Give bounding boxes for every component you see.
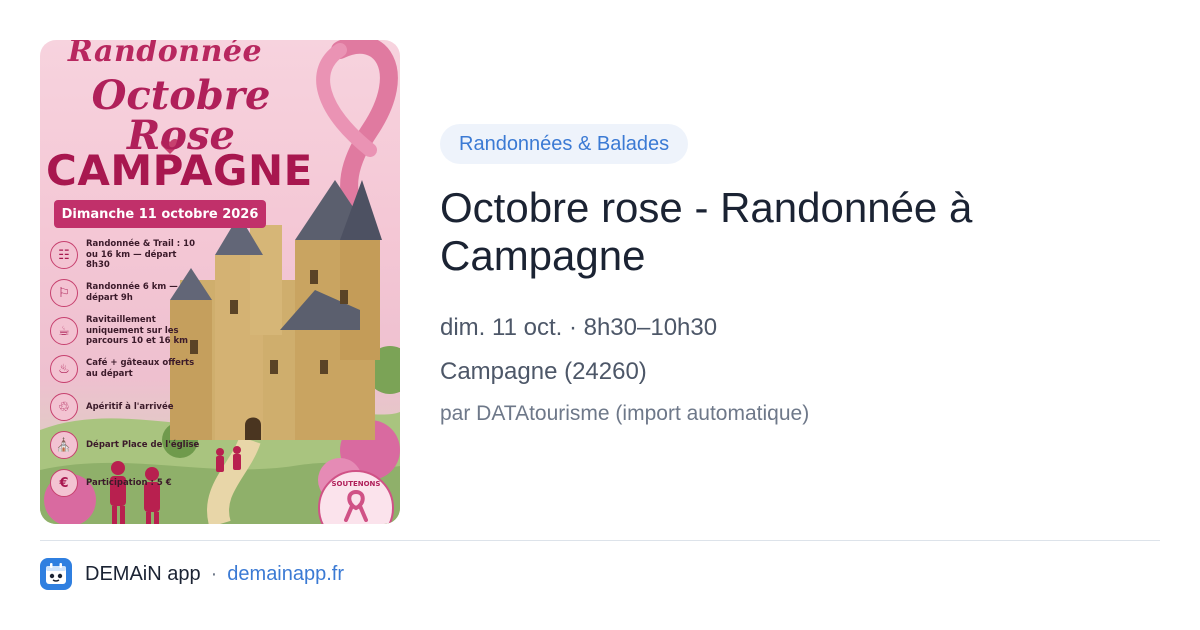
poster-list-item: ⚐ Randonnée 6 km — départ 9h <box>50 274 200 312</box>
poster-top-title: Randonnée <box>67 40 263 69</box>
poster-item-text: Ravitaillement uniquement sur les parcou… <box>86 315 189 347</box>
hikers-icon: ☷ <box>50 241 78 269</box>
poster-list-item: ⛪ Départ Place de l'église <box>50 426 200 464</box>
poster-item-text: Randonnée & Trail : 10 ou 16 km — départ… <box>86 239 195 271</box>
event-poster-image[interactable]: Randonnée Octobre Rose CAMPAGNE Dimanche… <box>40 40 400 524</box>
poster-item-text: Participation : 5 € <box>86 477 172 488</box>
euro-icon: € <box>50 469 78 497</box>
footer: DEMAiN app · demainapp.fr <box>40 558 344 590</box>
event-datetime: dim. 11 oct. · 8h30–10h30 <box>440 314 718 341</box>
category-tag[interactable]: Randonnées & Balades <box>440 124 689 164</box>
poster-item-text: Café + gâteaux offerts au départ <box>86 358 195 379</box>
event-location: Campagne (24260) <box>440 358 647 385</box>
app-website-link[interactable]: demainapp.fr <box>227 563 344 586</box>
supply-icon: ☕ <box>50 317 78 345</box>
pink-ribbon-icon <box>344 489 368 522</box>
poster-item-text: Départ Place de l'église <box>86 439 200 450</box>
poster-list-item: ♨ Café + gâteaux offerts au départ <box>50 350 200 388</box>
church-icon: ⛪ <box>50 431 78 459</box>
footer-separator: · <box>210 562 218 585</box>
event-author: par DATAtourisme (import automatique) <box>440 402 810 425</box>
cake-icon: ♨ <box>50 355 78 383</box>
poster-badge-text: SOUTENONS <box>331 480 381 488</box>
poster-list-item: ☷ Randonnée & Trail : 10 ou 16 km — dépa… <box>50 236 200 274</box>
poster-item-text: Randonnée 6 km — départ 9h <box>86 282 178 303</box>
poster-date-banner: Dimanche 11 octobre 2026 <box>54 200 266 228</box>
app-name: DEMAiN app <box>85 562 201 585</box>
poster-item-text: Apéritif à l'arrivée <box>86 401 174 412</box>
poster-info-list: ☷ Randonnée & Trail : 10 ou 16 km — dépa… <box>50 236 200 502</box>
poster-list-item: € Participation : 5 € <box>50 464 200 502</box>
link-preview-card[interactable]: Randonnée Octobre Rose CAMPAGNE Dimanche… <box>0 0 1200 630</box>
app-logo-icon[interactable] <box>40 558 72 590</box>
glasses-icon: ♲ <box>50 393 78 421</box>
poster-list-item: ☕ Ravitaillement uniquement sur les parc… <box>50 312 200 350</box>
poster-town: CAMPAGNE <box>46 146 313 195</box>
poster-title: Octobre Rose <box>91 72 271 159</box>
event-title[interactable]: Octobre rose - Randonnée à Campagne <box>440 184 1160 280</box>
poster-list-item: ♲ Apéritif à l'arrivée <box>50 388 200 426</box>
walker-icon: ⚐ <box>50 279 78 307</box>
footer-divider <box>40 540 1160 541</box>
